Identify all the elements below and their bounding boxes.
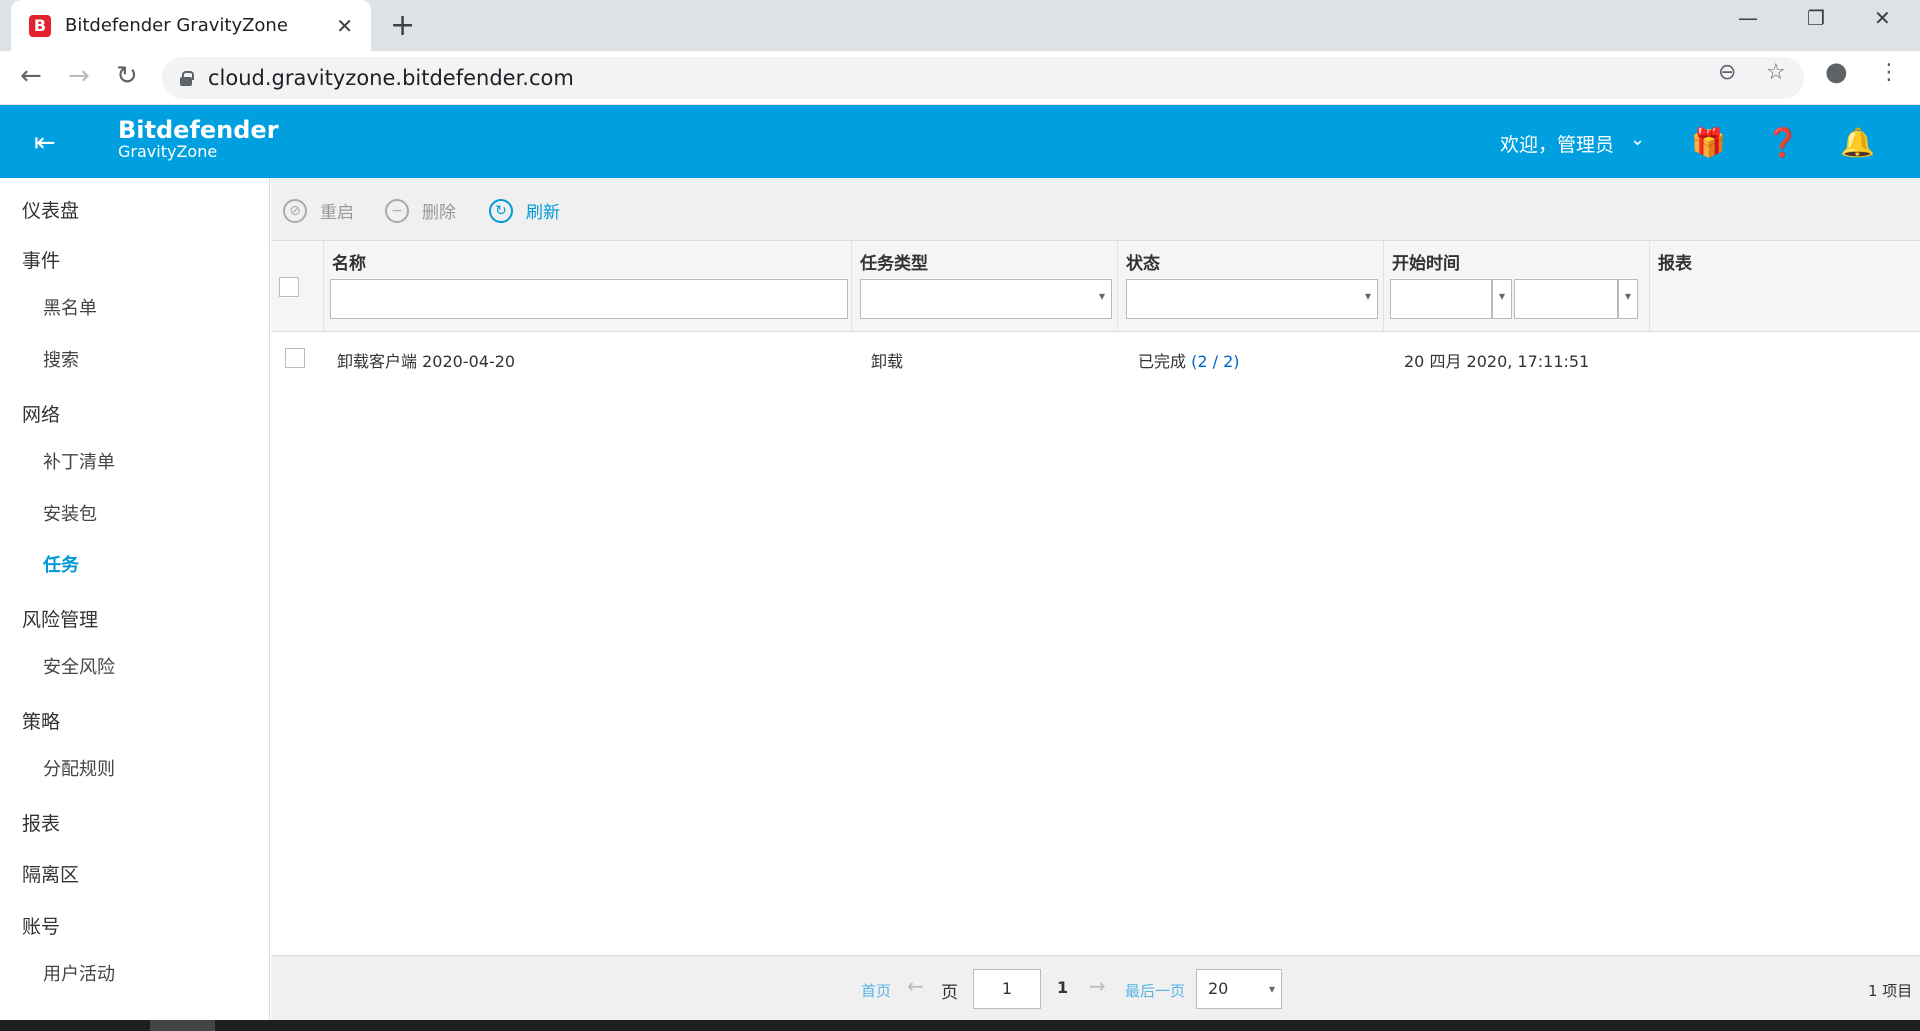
sidebar-item-security-risks[interactable]: 安全风险 bbox=[43, 653, 115, 679]
sidebar-item-tasks[interactable]: 任务 bbox=[43, 551, 79, 577]
forward-icon[interactable]: → bbox=[68, 61, 90, 91]
sidebar-item-quarantine[interactable]: 隔离区 bbox=[22, 860, 79, 887]
task-name[interactable]: 卸载客户端 2020-04-20 bbox=[337, 348, 515, 372]
page-size-select[interactable]: 20 bbox=[1196, 969, 1282, 1009]
column-status: 状态 bbox=[1117, 241, 1383, 332]
sidebar-item-user-activity[interactable]: 用户活动 bbox=[43, 960, 115, 986]
task-status-text: 已完成 bbox=[1138, 352, 1187, 371]
reload-icon[interactable]: ↻ bbox=[116, 61, 138, 91]
logo: Bitdefender GravityZone bbox=[118, 118, 279, 160]
bookmark-star-icon[interactable]: ☆ bbox=[1766, 60, 1786, 85]
app-header: ⇤ Bitdefender GravityZone 欢迎，管理员 ⌄ 🎁 ❓ 🔔 bbox=[0, 105, 1920, 178]
tab-title: Bitdefender GravityZone bbox=[65, 15, 288, 36]
grid-toolbar: ⊘ 重启 − 删除 ↻ 刷新 bbox=[271, 178, 1920, 241]
window-close-icon[interactable]: ✕ bbox=[1874, 6, 1891, 30]
pagination-bar: 首页 ← 页 1 1 → 最后一页 20 1 项目 bbox=[271, 955, 1920, 1020]
page-label: 页 bbox=[941, 983, 958, 1003]
column-header-report[interactable]: 报表 bbox=[1658, 249, 1692, 274]
bitdefender-favicon-icon: B bbox=[29, 14, 51, 37]
minimize-icon[interactable]: — bbox=[1738, 6, 1758, 30]
sidebar-item-search[interactable]: 搜索 bbox=[43, 346, 79, 372]
delete-label: 删除 bbox=[422, 203, 456, 223]
new-tab-icon[interactable]: + bbox=[390, 8, 415, 43]
grid-header: 名称 任务类型 状态 开始时间 报表 bbox=[271, 241, 1920, 332]
browser-tab[interactable]: B Bitdefender GravityZone ✕ bbox=[11, 0, 371, 51]
refresh-label: 刷新 bbox=[526, 203, 560, 223]
restart-button[interactable]: ⊘ 重启 bbox=[283, 198, 354, 223]
column-header-type[interactable]: 任务类型 bbox=[860, 249, 928, 274]
sidebar-item-packages[interactable]: 安装包 bbox=[43, 500, 97, 526]
sidebar-item-patch-inventory[interactable]: 补丁清单 bbox=[43, 448, 115, 474]
sidebar-item-policies[interactable]: 策略 bbox=[22, 707, 60, 734]
start-date-from-input[interactable] bbox=[1390, 279, 1492, 319]
column-header-name[interactable]: 名称 bbox=[332, 249, 366, 274]
start-date-to-input[interactable] bbox=[1514, 279, 1618, 319]
help-icon[interactable]: ❓ bbox=[1765, 126, 1800, 159]
restart-label: 重启 bbox=[320, 203, 354, 223]
delete-button[interactable]: − 删除 bbox=[385, 198, 456, 223]
task-status-count-link[interactable]: (2 / 2) bbox=[1191, 352, 1239, 371]
task-start-time: 20 四月 2020, 17:11:51 bbox=[1404, 352, 1590, 371]
task-status: 已完成 (2 / 2) bbox=[1138, 348, 1240, 372]
column-type: 任务类型 bbox=[851, 241, 1117, 332]
browser-menu-icon[interactable]: ⋮ bbox=[1878, 60, 1900, 85]
back-icon[interactable]: ← bbox=[20, 61, 42, 91]
column-start-time: 开始时间 bbox=[1383, 241, 1649, 332]
zoom-icon[interactable]: ⊖ bbox=[1718, 60, 1736, 85]
menu-collapse-icon[interactable]: ⇤ bbox=[34, 128, 56, 158]
task-type: 卸载 bbox=[871, 352, 904, 371]
select-column bbox=[271, 241, 323, 332]
start-date-from-dropdown[interactable] bbox=[1492, 279, 1512, 319]
sidebar-item-blacklist[interactable]: 黑名单 bbox=[43, 294, 97, 320]
refresh-button[interactable]: ↻ 刷新 bbox=[489, 198, 560, 223]
sidebar-item-accounts[interactable]: 账号 bbox=[22, 912, 60, 939]
tab-close-icon[interactable]: ✕ bbox=[336, 14, 353, 38]
user-menu[interactable]: 欢迎，管理员 bbox=[1500, 130, 1614, 157]
sidebar-item-incidents[interactable]: 事件 bbox=[22, 246, 60, 273]
product-name: GravityZone bbox=[118, 142, 218, 161]
lock-icon bbox=[180, 71, 194, 86]
column-header-start-time[interactable]: 开始时间 bbox=[1392, 249, 1460, 274]
select-all-checkbox[interactable] bbox=[279, 277, 299, 297]
prev-page-arrow[interactable]: ← bbox=[907, 974, 924, 998]
column-report: 报表 bbox=[1649, 241, 1920, 332]
type-filter-select[interactable] bbox=[860, 279, 1112, 319]
restore-icon[interactable]: ❐ bbox=[1807, 6, 1825, 30]
restart-icon: ⊘ bbox=[283, 198, 307, 223]
row-checkbox[interactable] bbox=[285, 348, 305, 368]
gift-icon[interactable]: 🎁 bbox=[1691, 126, 1726, 159]
first-page-link[interactable]: 首页 bbox=[861, 980, 891, 1001]
sidebar: 仪表盘 事件 黑名单 搜索 网络 补丁清单 安装包 任务 风险管理 安全风险 策… bbox=[0, 178, 270, 1031]
profile-icon[interactable]: ● bbox=[1825, 57, 1848, 87]
item-count: 1 项目 bbox=[1868, 982, 1913, 1000]
column-header-status[interactable]: 状态 bbox=[1126, 249, 1160, 274]
table-row[interactable]: 卸载客户端 2020-04-20 卸载 已完成 (2 / 2) 20 四月 20… bbox=[271, 333, 1920, 383]
sidebar-item-reports[interactable]: 报表 bbox=[22, 809, 60, 836]
brand-name: Bitdefender bbox=[118, 116, 279, 144]
last-page-link[interactable]: 最后一页 bbox=[1125, 980, 1185, 1001]
os-taskbar bbox=[0, 1020, 1920, 1031]
status-filter-select[interactable] bbox=[1126, 279, 1378, 319]
next-page-arrow[interactable]: → bbox=[1089, 974, 1106, 998]
sidebar-item-assignment-rules[interactable]: 分配规则 bbox=[43, 755, 115, 781]
refresh-icon: ↻ bbox=[489, 198, 513, 223]
column-name: 名称 bbox=[323, 241, 851, 332]
browser-tab-strip: B Bitdefender GravityZone ✕ + — ❐ ✕ bbox=[0, 0, 1920, 51]
url-text: cloud.gravityzone.bitdefender.com bbox=[208, 66, 574, 90]
url-field[interactable]: cloud.gravityzone.bitdefender.com bbox=[162, 57, 1804, 99]
start-date-to-dropdown[interactable] bbox=[1618, 279, 1638, 319]
taskbar-item[interactable] bbox=[150, 1020, 215, 1031]
page-number-input[interactable]: 1 bbox=[973, 969, 1041, 1009]
name-filter-input[interactable] bbox=[330, 279, 848, 319]
total-pages: 1 bbox=[1057, 978, 1069, 997]
sidebar-item-dashboard[interactable]: 仪表盘 bbox=[22, 196, 79, 223]
minus-circle-icon: − bbox=[385, 198, 409, 223]
address-bar-row: ← → ↻ cloud.gravityzone.bitdefender.com … bbox=[0, 51, 1920, 105]
sidebar-item-network[interactable]: 网络 bbox=[22, 400, 60, 427]
chevron-down-icon[interactable]: ⌄ bbox=[1630, 129, 1645, 150]
notifications-bell-icon[interactable]: 🔔 bbox=[1840, 126, 1875, 159]
sidebar-item-risk-management[interactable]: 风险管理 bbox=[22, 605, 98, 632]
